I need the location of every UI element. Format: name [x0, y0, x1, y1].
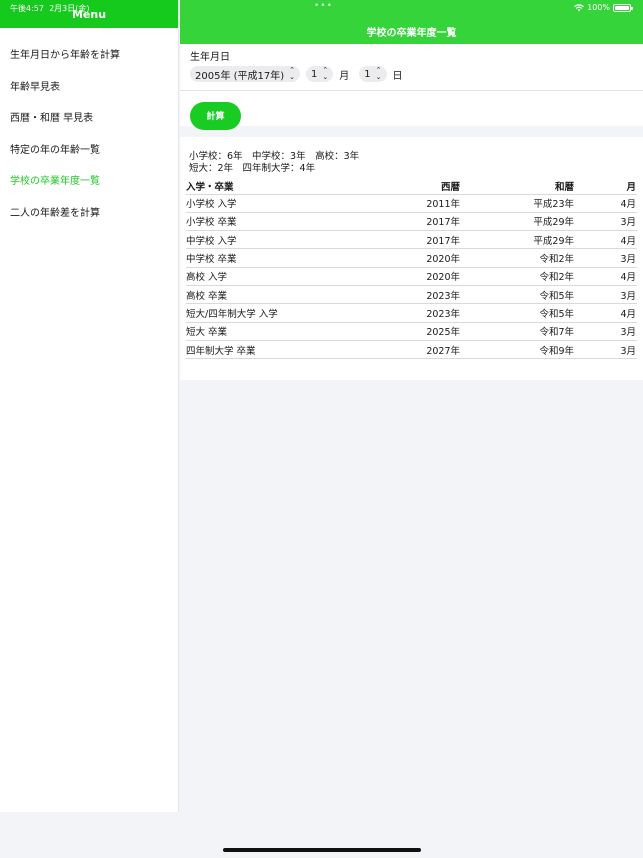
chevron-up-down-icon: ⌃ ⌄ [375, 66, 382, 81]
table-row: 小学校 入学 2011年 平成23年 4月 [186, 194, 637, 213]
cell-event: 高校 入学 [186, 267, 346, 286]
table-header-row: 入学・卒業 西暦 和暦 月 [186, 178, 637, 195]
table-row: 短大/四年制大学 入学 2023年 令和5年 4月 [186, 303, 637, 323]
cell-month: 4月 [574, 303, 637, 323]
sidebar-item-age-difference[interactable]: 二人の年齢差を計算 [0, 198, 178, 230]
header-japanese-year: 和暦 [460, 178, 574, 195]
cell-western-year: 2020年 [346, 267, 460, 286]
cell-japanese-year: 平成29年 [460, 212, 574, 232]
year-value: 2005年 (平成17年) [195, 70, 285, 82]
calculate-button[interactable]: 計算 [190, 102, 241, 130]
day-picker[interactable]: 1 ⌃ ⌄ [359, 66, 387, 82]
graduation-table: 入学・卒業 西暦 和暦 月 小学校 入学 2011年 平成23年 4月 小学校 … [186, 178, 637, 360]
sidebar: Menu 生年月日から年齢を計算 年齢早見表 西暦・和暦 早見表 特定の年の年齢… [0, 0, 179, 812]
battery-percent: 100% [587, 3, 610, 12]
cell-event: 小学校 卒業 [186, 212, 346, 232]
month-value: 1 [311, 68, 318, 80]
month-picker[interactable]: 1 ⌃ ⌄ [306, 66, 334, 82]
sidebar-item-school-graduation[interactable]: 学校の卒業年度一覧 [0, 166, 178, 198]
main-content: 学校の卒業年度一覧 生年月日 2005年 (平成17年) ⌃ ⌄ 1 ⌃ ⌄ 月 1… [180, 0, 643, 812]
cell-western-year: 2017年 [346, 230, 460, 250]
cell-month: 3月 [574, 340, 637, 360]
cell-month: 3月 [574, 285, 637, 305]
cell-month: 3月 [574, 322, 637, 341]
result-panel: 小学校：6年 中学校：3年 高校：3年 短大：2年 四年制大学：4年 入学・卒業… [180, 137, 643, 380]
summary-line-1: 小学校：6年 中学校：3年 高校：3年 [189, 151, 360, 162]
sidebar-item-era-chart[interactable]: 西暦・和暦 早見表 [0, 103, 178, 135]
cell-western-year: 2027年 [346, 340, 460, 360]
cell-western-year: 2023年 [346, 303, 460, 323]
table-row: 中学校 卒業 2020年 令和2年 3月 [186, 248, 637, 268]
header-event: 入学・卒業 [186, 178, 346, 195]
wifi-icon [574, 3, 585, 11]
cell-japanese-year: 令和5年 [460, 285, 574, 305]
table-row: 短大 卒業 2025年 令和7年 3月 [186, 322, 637, 341]
cell-month: 3月 [574, 248, 637, 268]
status-date: 2月3日(金) [49, 4, 90, 13]
cell-event: 四年制大学 卒業 [186, 340, 346, 360]
sidebar-item-age-chart[interactable]: 年齢早見表 [0, 72, 178, 104]
table-row: 四年制大学 卒業 2027年 令和9年 3月 [186, 340, 637, 360]
day-unit: 日 [392, 70, 403, 82]
cell-event: 小学校 入学 [186, 194, 346, 213]
cell-japanese-year: 令和9年 [460, 340, 574, 360]
cell-month: 4月 [574, 267, 637, 286]
header-western-year: 西暦 [346, 178, 460, 195]
cell-western-year: 2011年 [346, 194, 460, 213]
header-month: 月 [574, 178, 637, 195]
sidebar-item-year-age-list[interactable]: 特定の年の年齢一覧 [0, 135, 178, 167]
form-divider [180, 90, 643, 91]
multitasking-dots-icon[interactable]: ••• [314, 1, 333, 11]
cell-western-year: 2025年 [346, 322, 460, 341]
cell-japanese-year: 平成23年 [460, 194, 574, 213]
cell-western-year: 2023年 [346, 285, 460, 305]
cell-japanese-year: 令和2年 [460, 267, 574, 286]
cell-western-year: 2017年 [346, 212, 460, 232]
year-picker[interactable]: 2005年 (平成17年) ⌃ ⌄ [190, 66, 301, 82]
cell-western-year: 2020年 [346, 248, 460, 268]
chevron-up-down-icon: ⌃ ⌄ [289, 66, 296, 81]
month-unit: 月 [339, 70, 350, 82]
cell-month: 3月 [574, 212, 637, 232]
cell-month: 4月 [574, 194, 637, 213]
chevron-up-down-icon: ⌃ ⌄ [322, 66, 329, 81]
app-screen: 午後4:57 2月3日(金) ••• 100% Menu 生年月日から年齢を計算… [0, 0, 643, 858]
cell-japanese-year: 令和7年 [460, 322, 574, 341]
cell-month: 4月 [574, 230, 637, 250]
status-time: 午後4:57 2月3日(金) [10, 4, 90, 13]
cell-japanese-year: 令和2年 [460, 248, 574, 268]
cell-japanese-year: 令和5年 [460, 303, 574, 323]
cell-event: 中学校 卒業 [186, 248, 346, 268]
table-row: 高校 卒業 2023年 令和5年 3月 [186, 285, 637, 305]
battery-icon [613, 3, 633, 12]
birthdate-label: 生年月日 [190, 52, 230, 63]
status-indicators: 100% [574, 3, 633, 12]
cell-event: 高校 卒業 [186, 285, 346, 305]
status-bar: 午後4:57 2月3日(金) ••• 100% [0, 0, 643, 14]
day-value: 1 [364, 68, 371, 80]
cell-japanese-year: 平成29年 [460, 230, 574, 250]
cell-event: 短大 卒業 [186, 322, 346, 341]
home-indicator[interactable] [223, 848, 421, 852]
table-row: 高校 入学 2020年 令和2年 4月 [186, 267, 637, 286]
table-row: 小学校 卒業 2017年 平成29年 3月 [186, 212, 637, 232]
cell-event: 短大/四年制大学 入学 [186, 303, 346, 323]
sidebar-menu: 生年月日から年齢を計算 年齢早見表 西暦・和暦 早見表 特定の年の年齢一覧 学校… [0, 28, 178, 229]
cell-event: 中学校 入学 [186, 230, 346, 250]
sidebar-item-age-calculator[interactable]: 生年月日から年齢を計算 [0, 40, 178, 72]
birthdate-form: 生年月日 2005年 (平成17年) ⌃ ⌄ 1 ⌃ ⌄ 月 1 ⌃ ⌄ 日 計算 [180, 44, 643, 130]
birthdate-pickers: 2005年 (平成17年) ⌃ ⌄ 1 ⌃ ⌄ 月 1 ⌃ ⌄ 日 [190, 66, 633, 82]
summary-line-2: 短大：2年 四年制大学：4年 [189, 163, 316, 174]
table-row: 中学校 入学 2017年 平成29年 4月 [186, 230, 637, 250]
school-years-summary: 小学校：6年 中学校：3年 高校：3年 短大：2年 四年制大学：4年 [186, 151, 637, 175]
